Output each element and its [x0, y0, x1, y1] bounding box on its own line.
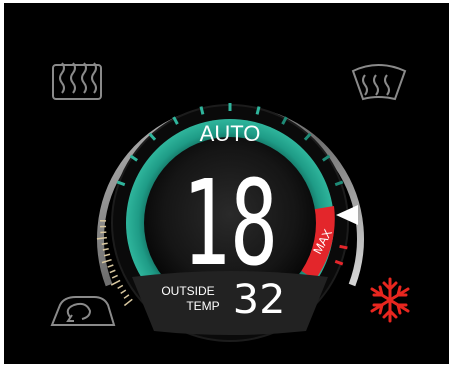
dial-tick-max — [339, 244, 348, 250]
scale-tick — [107, 264, 114, 268]
scale-tick — [123, 298, 133, 307]
outside-label: OUTSIDE — [161, 284, 214, 298]
snowflake-ac-icon[interactable] — [370, 277, 410, 323]
windshield-defrost-icon[interactable] — [351, 64, 407, 101]
auto-mode-label: AUTO — [200, 121, 261, 146]
scale-tick — [110, 279, 121, 286]
outside-temp-band — [132, 271, 328, 335]
scale-tick — [123, 294, 130, 299]
rear-window-defrost-icon[interactable] — [52, 62, 102, 100]
scale-tick — [117, 284, 124, 290]
dial-tick — [255, 106, 261, 115]
air-recirculation-icon[interactable] — [50, 296, 116, 326]
scale-tick — [104, 253, 111, 257]
dial-tick — [199, 106, 205, 115]
scale-tick — [101, 242, 108, 245]
temp-label: TEMP — [186, 299, 219, 313]
climate-dial-canvas: MAX AUTO 18 OUTSIDE TEMP 32 — [50, 62, 410, 342]
scale-tick — [120, 289, 127, 295]
scale-tick — [109, 269, 116, 274]
climate-display: MAX AUTO 18 OUTSIDE TEMP 32 — [4, 3, 449, 364]
scale-tick — [111, 274, 118, 279]
outside-temperature: 32 — [233, 277, 285, 323]
